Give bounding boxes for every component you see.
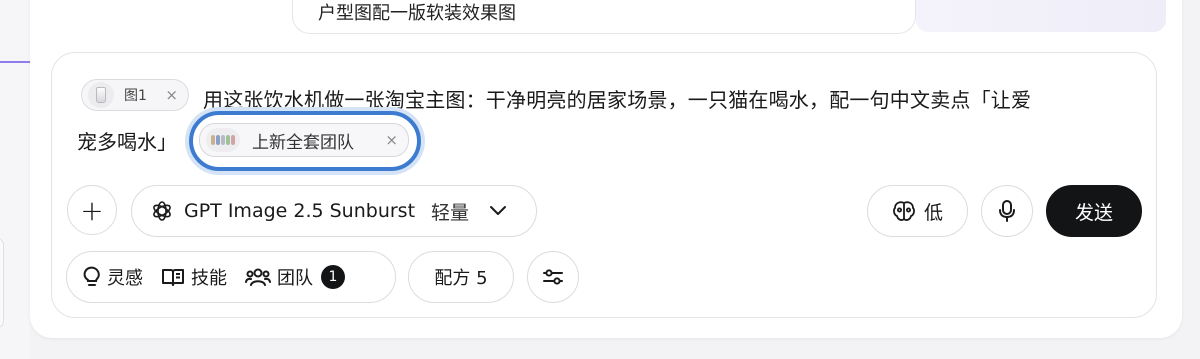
chevron-down-icon — [490, 206, 507, 215]
add-button[interactable]: + — [67, 185, 117, 235]
team-count-badge: 1 — [321, 265, 345, 289]
team-button[interactable]: 团队 1 — [245, 264, 345, 290]
skills-button[interactable]: 技能 — [161, 264, 227, 290]
inspiration-button[interactable]: 灵感 — [83, 264, 143, 290]
previous-message-text: 户型图配一版软装效果图 — [318, 3, 516, 24]
sliders-icon — [543, 269, 563, 285]
team-chip[interactable]: 上新全套团队 × — [199, 123, 409, 157]
model-tier: 轻量 — [431, 201, 470, 224]
left-sidebar-edge — [0, 0, 30, 359]
team-icon — [245, 268, 271, 286]
model-selector[interactable]: GPT Image 2.5 Sunburst 轻量 — [131, 185, 537, 237]
team-chip-remove-icon[interactable]: × — [385, 131, 398, 149]
team-avatars-icon — [206, 128, 240, 152]
brain-icon — [893, 201, 915, 221]
sidebar-accent-line — [0, 61, 30, 63]
water-dispenser-thumbnail-icon — [88, 82, 114, 108]
prompt-text-line-1[interactable]: 用这张饮水机做一张淘宝主图：干净明亮的居家场景，一只猫在喝水，配一句中文卖点「让… — [203, 84, 1031, 113]
lightbulb-icon — [83, 266, 100, 286]
microphone-icon — [999, 200, 1015, 222]
team-chip-label: 上新全套团队 — [252, 132, 354, 153]
prompt-text-line-2[interactable]: 宠多喝水」 — [77, 126, 177, 155]
recipe-label: 配方 5 — [434, 268, 488, 289]
reasoning-level-button[interactable]: 低 — [867, 185, 968, 237]
attachment-remove-icon[interactable]: × — [165, 86, 178, 104]
microphone-button[interactable] — [981, 185, 1033, 237]
attachment-chip-image[interactable]: 图1 × — [81, 79, 189, 111]
recipe-button[interactable]: 配方 5 — [408, 251, 514, 303]
skills-label: 技能 — [191, 268, 227, 289]
send-button[interactable]: 发送 — [1046, 185, 1142, 237]
model-name: GPT Image 2.5 Sunburst — [184, 200, 416, 222]
openai-logo-icon — [153, 201, 171, 221]
feature-toggle-group: 灵感 技能 团队 1 — [66, 251, 396, 303]
inspiration-label: 灵感 — [107, 268, 143, 289]
attachment-chip-label: 图1 — [124, 88, 147, 104]
settings-button[interactable] — [527, 251, 579, 303]
reasoning-level-label: 低 — [923, 201, 943, 224]
previous-image-edge — [916, 0, 1166, 32]
app-stage: 户型图配一版软装效果图 图1 × 用这张饮水机做一张淘宝主图：干净明亮的居家场景… — [0, 0, 1200, 359]
sidebar-card-edge — [0, 238, 4, 328]
team-label: 团队 — [277, 268, 313, 289]
book-icon — [162, 269, 184, 286]
